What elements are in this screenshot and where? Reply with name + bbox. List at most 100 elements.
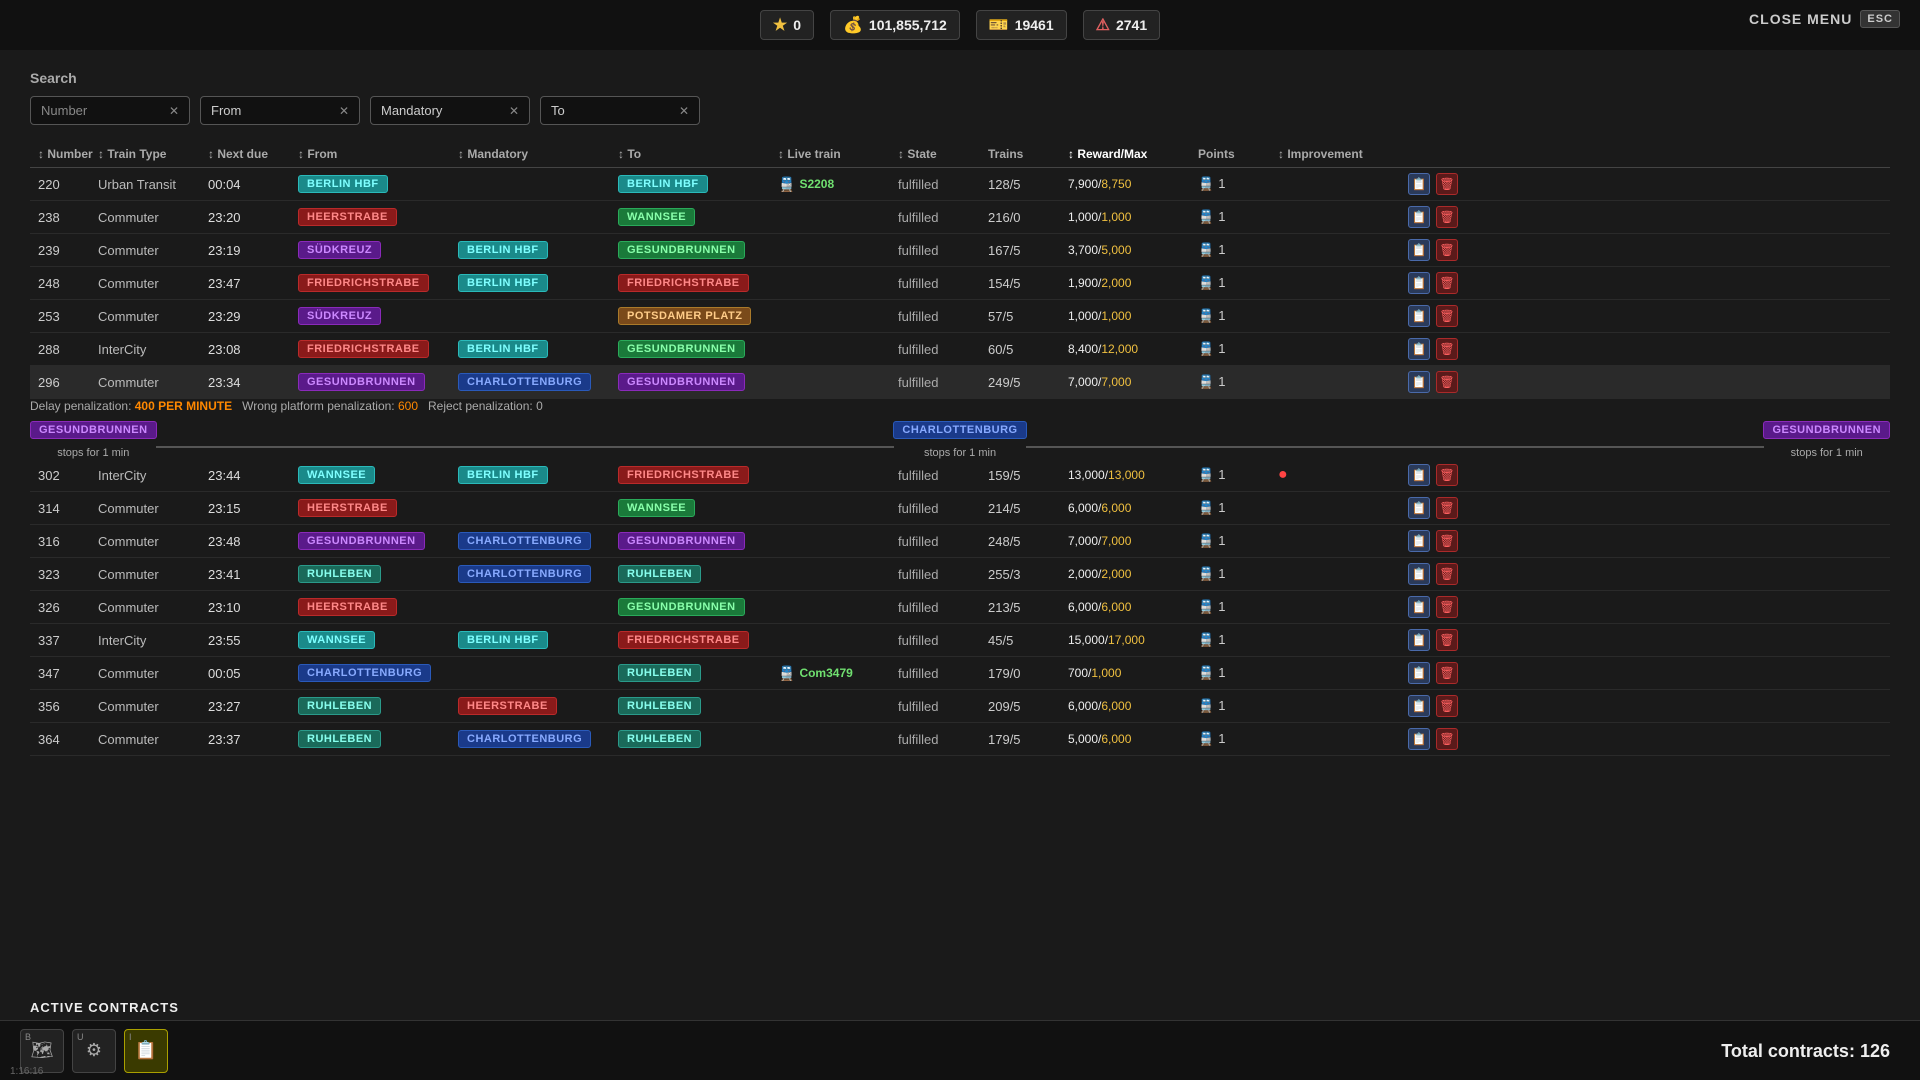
copy-button[interactable]: 📋 [1408, 662, 1430, 684]
station-badge: Ruhleben [618, 730, 701, 748]
col-mandatory[interactable]: ↕ Mandatory [458, 147, 618, 161]
row-from: Südkreuz [298, 241, 458, 259]
delay-info: Delay penalization: 400 PER MINUTE Wrong… [30, 399, 1890, 413]
table-row[interactable]: 296 Commuter 23:34 Gesundbrunnen Charlot… [30, 366, 1890, 399]
row-state: fulfilled [898, 210, 988, 225]
delete-button[interactable]: 🗑 [1436, 338, 1458, 360]
mandatory-value: Mandatory [381, 103, 442, 118]
table-row[interactable]: 220 Urban Transit 00:04 Berlin HBF Berli… [30, 168, 1890, 201]
delete-button[interactable]: 🗑 [1436, 305, 1458, 327]
copy-button[interactable]: 📋 [1408, 305, 1430, 327]
station-badge: Ruhleben [618, 697, 701, 715]
col-from[interactable]: ↕ From [298, 147, 458, 161]
copy-button[interactable]: 📋 [1408, 272, 1430, 294]
from-clear-button[interactable]: ✕ [339, 104, 349, 118]
row-points: 🚆1 [1198, 176, 1278, 192]
col-to[interactable]: ↕ To [618, 147, 778, 161]
col-state[interactable]: ↕ State [898, 147, 988, 161]
delete-button[interactable]: 🗑 [1436, 563, 1458, 585]
delete-button[interactable]: 🗑 [1436, 596, 1458, 618]
table-row[interactable]: 288 InterCity 23:08 Friedrichstrabe Berl… [30, 333, 1890, 366]
copy-button[interactable]: 📋 [1408, 371, 1430, 393]
copy-button[interactable]: 📋 [1408, 563, 1430, 585]
col-points[interactable]: Points [1198, 147, 1278, 161]
row-number: 288 [38, 342, 98, 357]
table-row[interactable]: 364 Commuter 23:37 Ruhleben Charlottenbu… [30, 723, 1890, 756]
stop-line [156, 446, 895, 448]
copy-button[interactable]: 📋 [1408, 497, 1430, 519]
mandatory-filter[interactable]: Mandatory ✕ [370, 96, 530, 125]
row-type: Commuter [98, 699, 208, 714]
table-row[interactable]: 323 Commuter 23:41 Ruhleben Charlottenbu… [30, 558, 1890, 591]
col-live[interactable]: ↕ Live train [778, 147, 898, 161]
table-row[interactable]: 239 Commuter 23:19 Südkreuz Berlin HBF G… [30, 234, 1890, 267]
mandatory-clear-button[interactable]: ✕ [509, 104, 519, 118]
table-header: ↕ Number ↕ Train Type ↕ Next due ↕ From … [30, 141, 1890, 168]
row-type: Commuter [98, 534, 208, 549]
table-row[interactable]: 314 Commuter 23:15 Heerstrabe Wannsee fu… [30, 492, 1890, 525]
tickets-stat: 🎫 19461 [976, 10, 1067, 40]
delete-button[interactable]: 🗑 [1436, 206, 1458, 228]
number-filter[interactable]: Number ✕ [30, 96, 190, 125]
col-number[interactable]: ↕ Number [38, 147, 98, 161]
copy-button[interactable]: 📋 [1408, 530, 1430, 552]
delete-button[interactable]: 🗑 [1436, 272, 1458, 294]
row-mandatory: Berlin HBF [458, 466, 618, 484]
copy-button[interactable]: 📋 [1408, 629, 1430, 651]
copy-button[interactable]: 📋 [1408, 239, 1430, 261]
row-improvement: ● [1278, 466, 1378, 484]
row-from: Heerstrabe [298, 499, 458, 517]
table-row[interactable]: 316 Commuter 23:48 Gesundbrunnen Charlot… [30, 525, 1890, 558]
row-type: Commuter [98, 600, 208, 615]
from-filter[interactable]: From ✕ [200, 96, 360, 125]
table-row[interactable]: 337 InterCity 23:55 Wannsee Berlin HBF F… [30, 624, 1890, 657]
to-filter[interactable]: To ✕ [540, 96, 700, 125]
delete-button[interactable]: 🗑 [1436, 239, 1458, 261]
table-row[interactable]: 248 Commuter 23:47 Friedrichstrabe Berli… [30, 267, 1890, 300]
delete-button[interactable]: 🗑 [1436, 728, 1458, 750]
to-clear-button[interactable]: ✕ [679, 104, 689, 118]
col-reward[interactable]: ↕ Reward/Max [1068, 147, 1198, 161]
row-number: 296 [38, 375, 98, 390]
copy-button[interactable]: 📋 [1408, 596, 1430, 618]
delete-button[interactable]: 🗑 [1436, 497, 1458, 519]
row-mandatory: Charlottenburg [458, 373, 618, 391]
delete-button[interactable]: 🗑 [1436, 695, 1458, 717]
col-type[interactable]: ↕ Train Type [98, 147, 208, 161]
row-type: Urban Transit [98, 177, 208, 192]
table-row[interactable]: 326 Commuter 23:10 Heerstrabe Gesundbrun… [30, 591, 1890, 624]
delete-button[interactable]: 🗑 [1436, 662, 1458, 684]
table-row[interactable]: 253 Commuter 23:29 Südkreuz Potsdamer Pl… [30, 300, 1890, 333]
station-badge: Heerstrabe [298, 499, 397, 517]
copy-button[interactable]: 📋 [1408, 728, 1430, 750]
table-row[interactable]: 356 Commuter 23:27 Ruhleben Heerstrabe R… [30, 690, 1890, 723]
contracts-tool-button[interactable]: I 📋 [124, 1029, 168, 1073]
copy-button[interactable]: 📋 [1408, 464, 1430, 486]
delete-button[interactable]: 🗑 [1436, 530, 1458, 552]
row-next-due: 23:44 [208, 468, 298, 483]
copy-button[interactable]: 📋 [1408, 338, 1430, 360]
delete-button[interactable]: 🗑 [1436, 371, 1458, 393]
delete-button[interactable]: 🗑 [1436, 629, 1458, 651]
col-next[interactable]: ↕ Next due [208, 147, 298, 161]
close-menu-button[interactable]: CLOSE MENU ESC [1749, 10, 1900, 28]
alerts-stat: ⚠ 2741 [1083, 10, 1161, 40]
table-row[interactable]: 347 Commuter 00:05 Charlottenburg Ruhleb… [30, 657, 1890, 690]
settings-tool-button[interactable]: U ⚙ [72, 1029, 116, 1073]
row-trains: 255/3 [988, 567, 1068, 582]
table-row[interactable]: 302 InterCity 23:44 Wannsee Berlin HBF F… [30, 459, 1890, 492]
copy-button[interactable]: 📋 [1408, 206, 1430, 228]
table-row[interactable]: 238 Commuter 23:20 Heerstrabe Wannsee fu… [30, 201, 1890, 234]
copy-button[interactable]: 📋 [1408, 695, 1430, 717]
delete-button[interactable]: 🗑 [1436, 173, 1458, 195]
station-badge: Berlin HBF [458, 274, 548, 292]
copy-button[interactable]: 📋 [1408, 173, 1430, 195]
delete-button[interactable]: 🗑 [1436, 464, 1458, 486]
col-improvement[interactable]: ↕ Improvement [1278, 147, 1378, 161]
row-reward: 700/1,000 [1068, 666, 1198, 680]
number-clear-button[interactable]: ✕ [169, 104, 179, 118]
row-points: 🚆1 [1198, 665, 1278, 681]
col-trains[interactable]: Trains [988, 147, 1068, 161]
row-next-due: 00:05 [208, 666, 298, 681]
row-points: 🚆1 [1198, 632, 1278, 648]
